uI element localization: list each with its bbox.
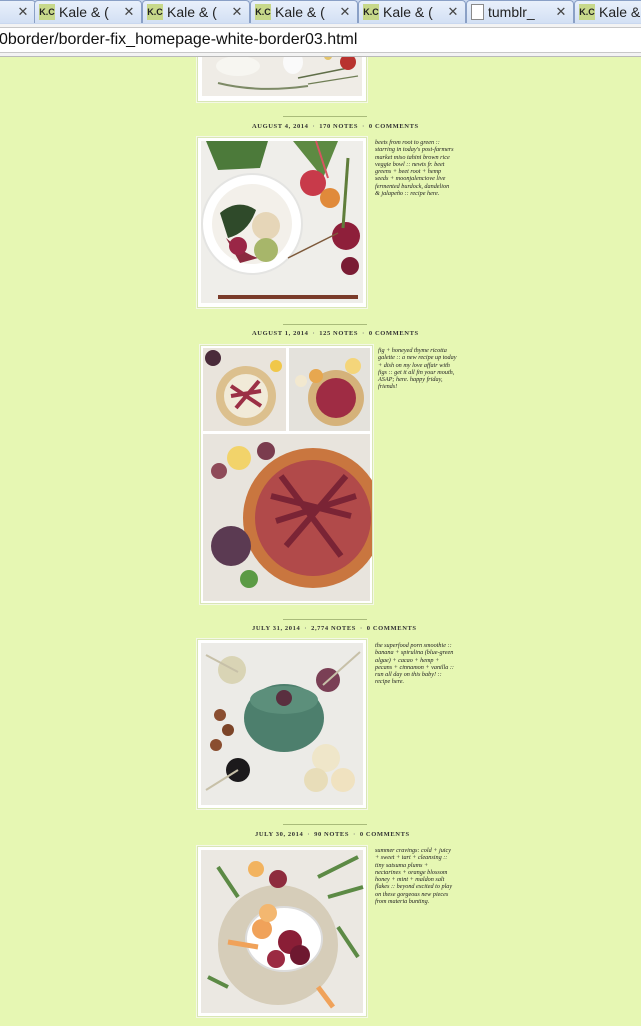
post-date[interactable]: JULY 30, 2014 [255,831,303,838]
close-icon[interactable]: ✕ [123,4,135,20]
post-separator [283,324,367,325]
tab-title: Kale & ( [59,4,109,20]
post-comments[interactable]: 0 COMMENTS [369,123,419,130]
post-comments[interactable]: 0 COMMENTS [360,831,410,838]
kale-favicon-icon: K.C [39,4,55,20]
post-caption: summer cravings: cold + juicy + sweet + … [375,847,453,906]
url-input[interactable]: 0border/border-fix_homepage-white-border… [0,27,641,53]
post-caption: fig + honeyed thyme ricotta galette :: a… [378,347,457,391]
tab-title: Kale & ( [275,4,325,20]
post-comments[interactable]: 0 COMMENTS [369,330,419,337]
browser-tab[interactable]: ✕ [0,0,36,23]
browser-tab[interactable]: K.C Kale & ( ✕ [142,0,250,23]
post-meta: JULY 31, 2014 · 2,774 NOTES · 0 COMMENTS [252,625,417,632]
post-caption: the superfood porn smoothie :: banana + … [375,642,454,686]
post-photo[interactable] [197,57,367,102]
post-notes[interactable]: 125 NOTES [319,330,358,337]
close-icon[interactable]: ✕ [17,4,29,20]
browser-tab[interactable]: tumblr_ ✕ [466,0,574,23]
post-meta: AUGUST 4, 2014 · 170 NOTES · 0 COMMENTS [252,123,419,130]
post-meta: AUGUST 1, 2014 · 125 NOTES · 0 COMMENTS [252,330,419,337]
document-icon [471,4,484,20]
post-separator [283,619,367,620]
post-photo-image [202,57,362,96]
kale-favicon-icon: K.C [255,4,271,20]
close-icon[interactable]: ✕ [231,4,243,20]
page-content: AUGUST 4, 2014 · 170 NOTES · 0 COMMENTS beet… [0,57,641,1026]
post-caption: beets from root to green :: starring in … [375,139,454,198]
post-separator [283,824,367,825]
close-icon[interactable]: ✕ [447,4,459,20]
tab-title: tumblr_ [488,4,535,20]
browser-tab[interactable]: K.C Kale & ( ✕ [358,0,466,23]
kale-favicon-icon: K.C [147,4,163,20]
address-bar: 0border/border-fix_homepage-white-border… [0,24,641,57]
browser-tab[interactable]: K.C Kale & ( ✕ [34,0,142,23]
post-photoset-image [201,346,372,603]
kale-favicon-icon: K.C [579,4,595,20]
post-photo[interactable] [197,639,367,809]
tab-title: Kale & ( [383,4,433,20]
tab-title: Kale & ( [167,4,217,20]
post-separator [283,116,367,117]
post-date[interactable]: JULY 31, 2014 [252,625,300,632]
close-icon[interactable]: ✕ [339,4,351,20]
post-comments[interactable]: 0 COMMENTS [367,625,417,632]
post-photo[interactable] [197,137,367,308]
post-date[interactable]: AUGUST 4, 2014 [252,123,309,130]
post-meta: JULY 30, 2014 · 90 NOTES · 0 COMMENTS [255,831,410,838]
post-notes[interactable]: 170 NOTES [319,123,358,130]
post-photo-image [201,140,363,303]
browser-tab[interactable]: K.C Kale & [574,0,641,23]
kale-favicon-icon: K.C [363,4,379,20]
close-icon[interactable]: ✕ [555,4,567,20]
post-photo[interactable] [197,846,367,1017]
post-photo-image [201,643,363,805]
post-photo-image [201,850,364,1013]
tab-title: Kale & [599,4,641,20]
post-notes[interactable]: 2,774 NOTES [311,625,356,632]
post-notes[interactable]: 90 NOTES [314,831,349,838]
post-photoset[interactable] [200,345,373,604]
browser-tab-strip: ✕ K.C Kale & ( ✕ K.C Kale & ( ✕ K.C Kale… [0,0,641,25]
post-date[interactable]: AUGUST 1, 2014 [252,330,309,337]
browser-tab[interactable]: K.C Kale & ( ✕ [250,0,358,23]
